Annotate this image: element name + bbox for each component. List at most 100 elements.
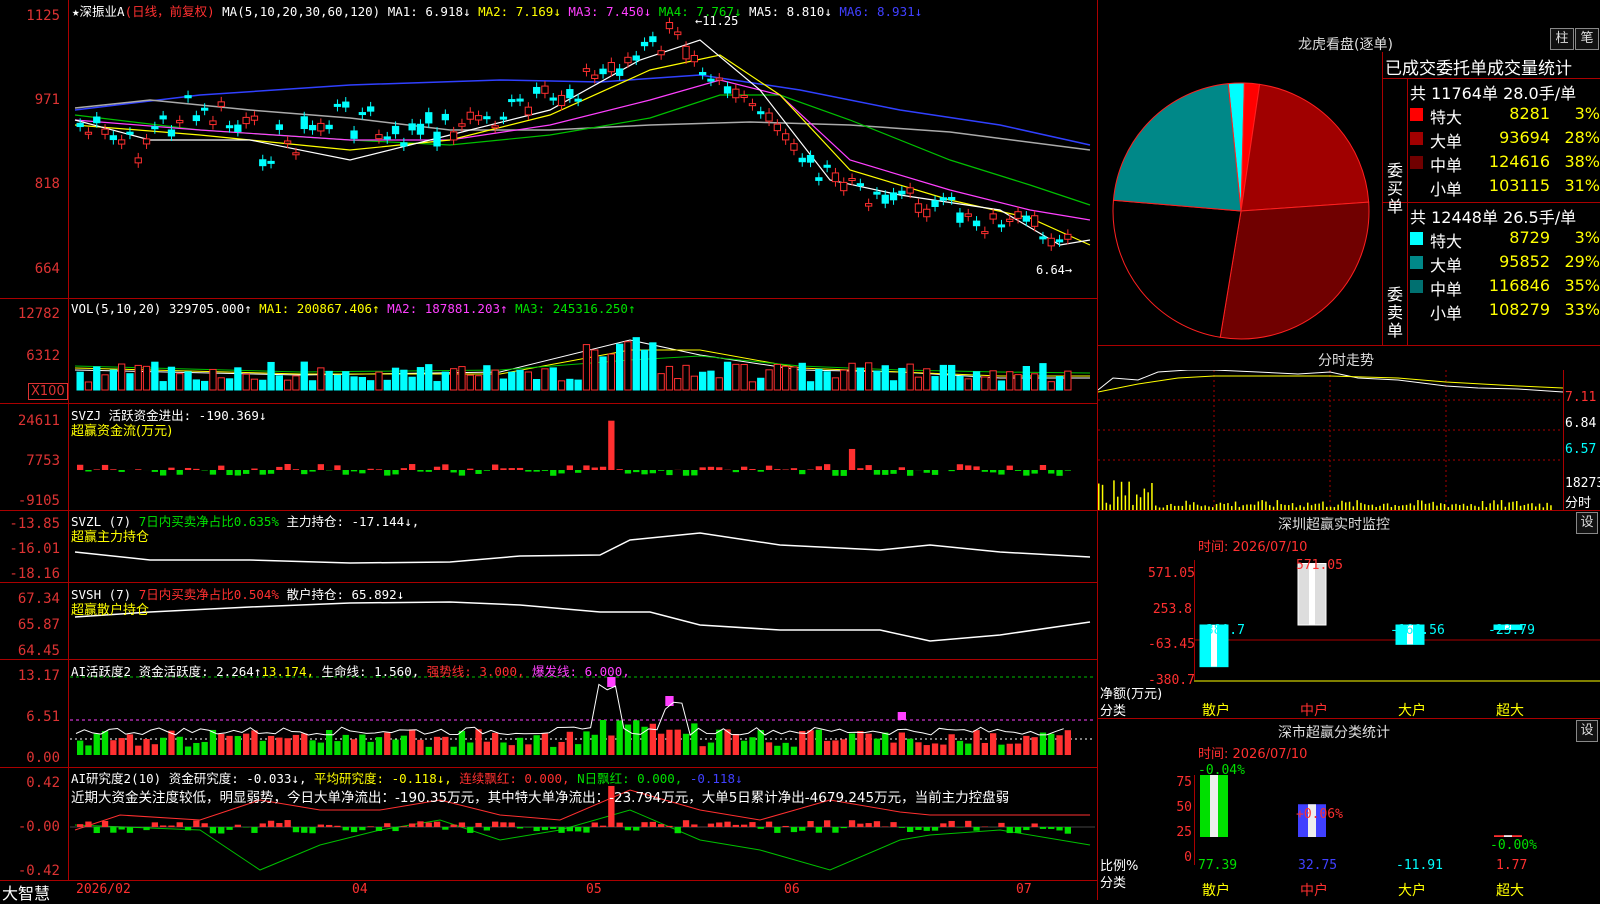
class-label: 分类 — [1100, 872, 1126, 891]
research-bar — [857, 824, 863, 827]
ma2-line — [75, 55, 1090, 245]
ai1-t1: 资金活跃度: 2.264↑ — [139, 664, 262, 679]
volume-bar — [949, 365, 955, 390]
activity-bar — [334, 741, 340, 755]
candle — [874, 192, 880, 194]
flow-bar — [94, 469, 100, 470]
candle — [285, 141, 291, 143]
flow-bar — [359, 470, 365, 473]
candle — [1048, 238, 1054, 246]
research-bar — [550, 827, 556, 829]
activity-bar — [351, 739, 357, 755]
volume-bar — [691, 376, 697, 390]
volume-bar — [600, 357, 606, 390]
research-bar — [77, 824, 83, 827]
research-bar — [890, 822, 896, 827]
intraday-volume — [1128, 482, 1130, 510]
research-bar — [1040, 827, 1046, 829]
candle — [309, 125, 315, 129]
research-bar — [973, 827, 979, 831]
candle — [85, 132, 91, 134]
y-tick: -13.85 — [0, 516, 60, 532]
color-swatch — [1410, 304, 1423, 317]
bar-mode-button[interactable]: 柱 — [1550, 28, 1574, 50]
ai1-t5: 爆发线: 6.000, — [532, 664, 630, 679]
intraday-volume — [1489, 503, 1491, 510]
volume-bar — [783, 366, 789, 390]
candle — [401, 143, 407, 146]
research-bar — [575, 827, 581, 831]
flow-bar — [459, 470, 465, 476]
tick-mode-button[interactable]: 笔 — [1575, 28, 1599, 50]
candle — [766, 113, 772, 121]
volume-bar — [318, 368, 324, 390]
order-type: 大单 — [1430, 252, 1462, 276]
volume-bar — [251, 379, 257, 390]
order-percent: 33% — [1564, 300, 1600, 319]
activity-bar — [484, 742, 490, 755]
stats-top: +0.06% — [1296, 807, 1343, 822]
candle — [899, 191, 905, 194]
activity-bar — [766, 742, 772, 755]
volume-bar — [492, 370, 498, 390]
research-bar — [442, 827, 448, 830]
candle — [509, 100, 515, 102]
activity-bar — [675, 730, 681, 755]
pie-title: 龙虎看盘(逐单) — [1298, 34, 1393, 54]
chart-area[interactable]: ★深振业A(日线，前复权) MA(5,10,20,30,60,120) MA1:… — [0, 0, 1097, 900]
candle — [633, 56, 639, 60]
flow-bar — [558, 470, 564, 473]
activity-bar — [517, 738, 523, 755]
monitor-val: 571.05 — [1296, 558, 1343, 573]
intraday-y: 7.11 — [1565, 390, 1596, 405]
candle — [658, 51, 664, 55]
research-bar — [558, 827, 564, 833]
research-bar — [1032, 823, 1038, 827]
flow-bar — [965, 465, 971, 470]
volume-bar — [243, 374, 249, 390]
brand-logo: 大智慧 — [2, 880, 50, 904]
activity-bar — [957, 741, 963, 755]
activity-bar — [650, 724, 656, 755]
research-bar — [534, 827, 540, 831]
activity-bar — [185, 747, 191, 755]
intraday-volume — [1113, 480, 1115, 510]
candle — [409, 124, 415, 130]
y-tick: 67.34 — [0, 591, 60, 607]
y-tick: 65.87 — [0, 617, 60, 633]
candle — [882, 195, 888, 203]
candle — [716, 78, 722, 80]
flow-bar — [882, 470, 888, 475]
research-bar — [459, 822, 465, 827]
flow-bar — [691, 470, 697, 475]
flow-bar — [442, 464, 448, 470]
flow-bar — [957, 464, 963, 470]
research-bar — [492, 822, 498, 827]
research-bar — [119, 827, 125, 829]
activity-bar — [110, 740, 116, 755]
research-bar — [874, 821, 880, 827]
candle — [824, 165, 830, 167]
y-tick: 13.17 — [0, 668, 60, 684]
volume-bar — [226, 379, 232, 390]
volume-bar — [857, 368, 863, 390]
volume-bar — [807, 382, 813, 390]
research-bar — [949, 821, 955, 827]
research-bar — [650, 822, 656, 827]
vol-ma2: MA2: 187881.203↑ — [387, 301, 507, 316]
research-bar — [409, 823, 415, 827]
stats-settings-button[interactable]: 设 — [1576, 720, 1598, 742]
activity-bar — [816, 730, 822, 755]
y-tick: 0.42 — [0, 775, 60, 791]
volume-bar — [832, 378, 838, 390]
order-percent: 29% — [1564, 252, 1600, 271]
candle — [915, 204, 921, 213]
order-row: 大单 93694 28% — [1410, 128, 1600, 150]
research-bar — [849, 820, 855, 827]
flow-bar — [293, 469, 299, 470]
category: 大户 — [1398, 700, 1426, 720]
candle — [426, 113, 432, 123]
monitor-settings-button[interactable]: 设 — [1576, 512, 1598, 534]
activity-bar — [807, 730, 813, 755]
flow-bar — [467, 469, 473, 470]
